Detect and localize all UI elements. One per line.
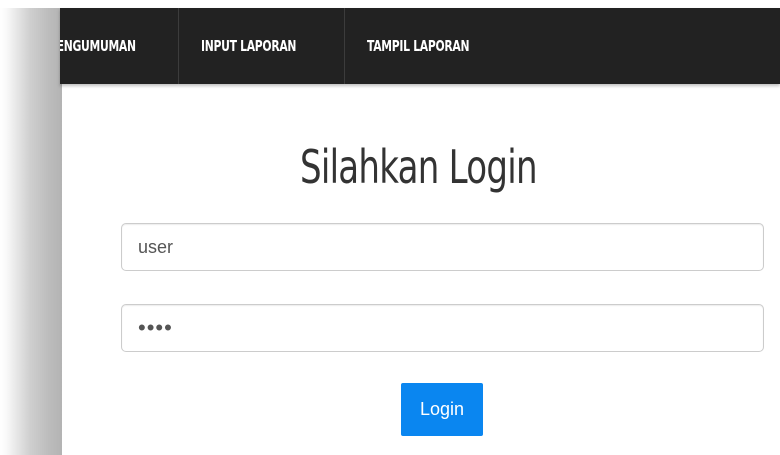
page: PENGUMUMAN INPUT LAPORAN TAMPIL LAPORAN …: [0, 0, 780, 455]
password-input[interactable]: [121, 304, 764, 352]
nav-item-label: PENGUMUMAN: [60, 37, 136, 55]
top-navbar: PENGUMUMAN INPUT LAPORAN TAMPIL LAPORAN: [60, 8, 780, 84]
nav-item-pengumuman[interactable]: PENGUMUMAN: [60, 8, 179, 84]
nav-item-tampil-laporan[interactable]: TAMPIL LAPORAN: [345, 8, 545, 84]
nav-item-label: INPUT LAPORAN: [201, 37, 297, 55]
username-input[interactable]: [121, 223, 764, 271]
login-title: Silahkan Login: [300, 140, 538, 194]
top-margin: [0, 0, 780, 8]
left-edge-shadow: [0, 0, 62, 455]
nav-menu: PENGUMUMAN INPUT LAPORAN TAMPIL LAPORAN: [60, 8, 780, 84]
nav-item-label: TAMPIL LAPORAN: [367, 37, 470, 55]
login-button[interactable]: Login: [401, 383, 483, 436]
nav-item-input-laporan[interactable]: INPUT LAPORAN: [179, 8, 345, 84]
